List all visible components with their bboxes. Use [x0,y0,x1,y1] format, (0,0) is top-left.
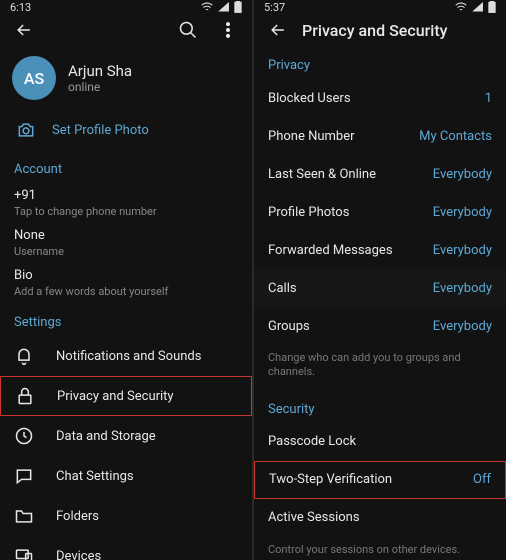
row-value: Off [473,472,491,487]
bio-row[interactable]: Bio Add a few words about yourself [0,263,252,303]
battery-icon [488,1,496,13]
back-button[interactable] [8,14,40,46]
bio-label: Bio [14,268,168,283]
back-arrow-icon [268,20,288,40]
phone-number-row[interactable]: Phone Number My Contacts [254,117,506,155]
section-account: Account [0,150,252,183]
search-button[interactable] [172,14,204,46]
phone-number-row[interactable]: +91 Tap to change phone number [0,183,252,223]
row-value: 1 [485,91,492,106]
time: 5:37 [264,1,285,14]
set-profile-photo[interactable]: Set Profile Photo [0,110,252,150]
security-hint: Control your sessions on other devices. [254,537,506,560]
folders-row[interactable]: Folders [0,496,252,536]
back-button[interactable] [262,14,294,46]
row-label: Profile Photos [268,205,349,220]
phone-hint: Tap to change phone number [14,205,157,218]
chat-settings-label: Chat Settings [56,469,134,484]
folders-label: Folders [56,509,99,524]
username: None [14,228,64,243]
back-arrow-icon [14,20,34,40]
row-label: Blocked Users [268,91,351,106]
profile-name: Arjun Sha [68,62,132,80]
battery-icon [234,1,242,13]
groups-row[interactable]: Groups Everybody [254,307,506,345]
devices-row[interactable]: Devices [0,536,252,560]
notifications-row[interactable]: Notifications and Sounds [0,336,252,376]
row-value: Everybody [433,243,492,258]
privacy-security-row[interactable]: Privacy and Security [0,376,252,416]
calls-row[interactable]: Calls Everybody [254,269,506,307]
devices-label: Devices [56,549,101,560]
username-row[interactable]: None Username [0,223,252,263]
more-button[interactable] [212,14,244,46]
privacy-label: Privacy and Security [57,389,174,404]
row-value: Everybody [433,167,492,182]
storage-icon [14,426,34,446]
profile-status: online [68,80,132,94]
forwarded-messages-row[interactable]: Forwarded Messages Everybody [254,231,506,269]
page-title: Privacy and Security [302,21,498,40]
screen-2: 5:37 Privacy and Security Privacy Blocke… [254,0,506,560]
row-label: Groups [268,319,310,334]
phone-number: +91 [14,188,157,203]
privacy-hint: Change who can add you to groups and cha… [254,345,506,390]
data-storage-label: Data and Storage [56,429,156,444]
row-value: Everybody [433,205,492,220]
row-label: Phone Number [268,129,355,144]
status-icons [454,0,496,14]
top-bar [0,14,252,46]
chat-icon [14,466,34,486]
camera-icon [16,120,36,140]
row-label: Two-Step Verification [269,472,392,487]
wifi-icon [454,0,468,14]
last-seen-row[interactable]: Last Seen & Online Everybody [254,155,506,193]
time: 6:13 [10,1,31,14]
screen-1: 6:13 AS Arjun Sha online Set Profile Pho… [0,0,252,560]
section-security: Security [254,390,506,423]
chat-settings-row[interactable]: Chat Settings [0,456,252,496]
passcode-row[interactable]: Passcode Lock [254,423,506,461]
profile-block[interactable]: AS Arjun Sha online [0,46,252,110]
signal-icon [218,1,230,13]
bell-icon [14,346,34,366]
avatar: AS [12,56,56,100]
section-privacy: Privacy [254,46,506,79]
status-icons [200,0,242,14]
folder-icon [14,506,34,526]
wifi-icon [200,0,214,14]
username-hint: Username [14,245,64,258]
status-bar: 5:37 [254,0,506,14]
row-label: Passcode Lock [268,434,356,449]
two-step-row[interactable]: Two-Step Verification Off [254,461,506,499]
notifications-label: Notifications and Sounds [56,349,201,364]
row-value: Everybody [433,281,492,296]
row-label: Last Seen & Online [268,167,376,182]
row-label: Active Sessions [268,510,360,525]
more-icon [218,20,238,40]
row-label: Forwarded Messages [268,243,393,258]
blocked-users-row[interactable]: Blocked Users 1 [254,79,506,117]
row-value: Everybody [433,319,492,334]
row-value: My Contacts [419,129,492,144]
lock-icon [15,386,35,406]
signal-icon [472,1,484,13]
avatar-initials: AS [24,69,44,88]
profile-photos-row[interactable]: Profile Photos Everybody [254,193,506,231]
status-bar: 6:13 [0,0,252,14]
top-bar: Privacy and Security [254,14,506,46]
set-photo-label: Set Profile Photo [52,123,149,138]
devices-icon [14,546,34,560]
row-label: Calls [268,281,297,296]
data-storage-row[interactable]: Data and Storage [0,416,252,456]
search-icon [178,20,198,40]
bio-hint: Add a few words about yourself [14,285,168,298]
active-sessions-row[interactable]: Active Sessions [254,499,506,537]
section-settings: Settings [0,303,252,336]
